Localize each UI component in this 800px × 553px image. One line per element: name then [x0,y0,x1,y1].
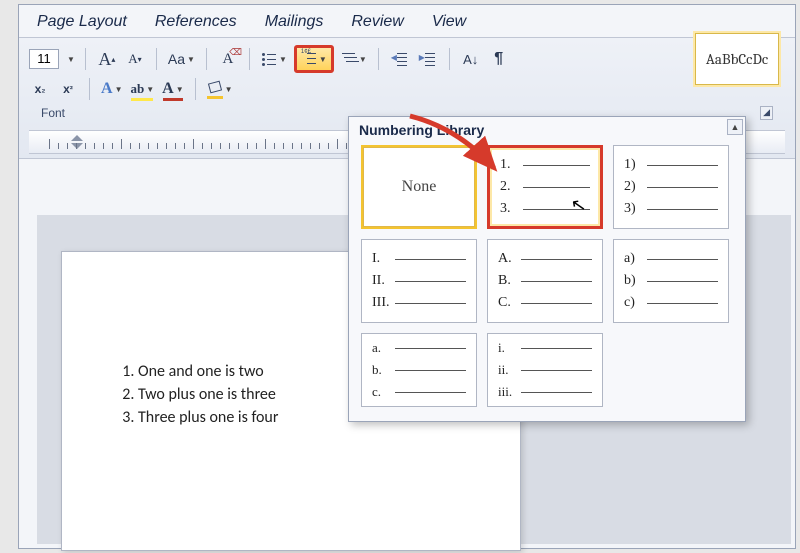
shrink-font-button[interactable]: A▾ [124,48,146,70]
numbering-option-lower-roman[interactable]: i. ii. iii. [487,333,603,407]
numbering-option-none[interactable]: None [361,145,477,229]
numbering-option-lower-alpha-dot[interactable]: a. b. c. [361,333,477,407]
tab-mailings[interactable]: Mailings [265,13,324,31]
grow-font-button[interactable]: A▴ [96,48,118,70]
numbering-option-upper-roman[interactable]: I. II. III. [361,239,477,323]
numbering-library-dropdown: ▲ Numbering Library None 1. 2. 3. ↖ 1) 2… [348,116,746,422]
indent-marker[interactable] [71,135,83,149]
increase-indent-button[interactable] [417,48,439,70]
outdent-icon [392,51,408,67]
multilevel-list-button[interactable]: ▼ [340,48,368,70]
multilevel-icon [341,51,357,67]
sort-button[interactable]: A↓ [460,48,482,70]
text-effects-button[interactable]: A▼ [100,78,123,100]
show-marks-button[interactable]: ¶ [488,48,510,70]
ribbon-tabs: Page Layout References Mailings Review V… [19,5,795,37]
bullets-icon [261,51,277,67]
numbering-icon [301,51,317,67]
font-size-input[interactable]: 11 [29,49,59,69]
indent-icon [420,51,436,67]
numbering-option-upper-alpha[interactable]: A. B. C. [487,239,603,323]
numbering-option-lower-alpha-paren[interactable]: a) b) c) [613,239,729,323]
highlight-button[interactable]: ab▼ [129,78,155,100]
paint-bucket-icon [207,81,223,97]
tab-view[interactable]: View [432,13,466,31]
numbering-option-decimal-dot[interactable]: 1. 2. 3. ↖ [487,145,603,229]
numbering-library-title: Numbering Library [349,117,745,141]
shading-button[interactable]: ▼ [206,78,234,100]
decrease-indent-button[interactable] [389,48,411,70]
tab-review[interactable]: Review [351,13,403,31]
chevron-down-icon[interactable]: ▼ [67,55,75,64]
change-case-button[interactable]: Aa▼ [167,48,196,70]
bullets-button[interactable]: ▼ [260,48,288,70]
clear-formatting-button[interactable]: A [217,48,239,70]
font-color-button[interactable]: A▼ [161,78,184,100]
tab-page-layout[interactable]: Page Layout [37,13,127,31]
font-dialog-launcher[interactable]: ◢ [760,106,773,120]
scroll-up-button[interactable]: ▲ [727,119,743,135]
cursor-icon: ↖ [569,194,588,217]
numbering-option-decimal-paren[interactable]: 1) 2) 3) [613,145,729,229]
numbering-button[interactable]: ▼ [294,45,334,73]
style-normal-swatch[interactable]: AaBbCcDc [695,33,779,85]
tab-references[interactable]: References [155,13,237,31]
superscript-button[interactable]: x [57,78,79,100]
font-group-label: Font [41,106,79,120]
subscript-button[interactable]: x [29,78,51,100]
